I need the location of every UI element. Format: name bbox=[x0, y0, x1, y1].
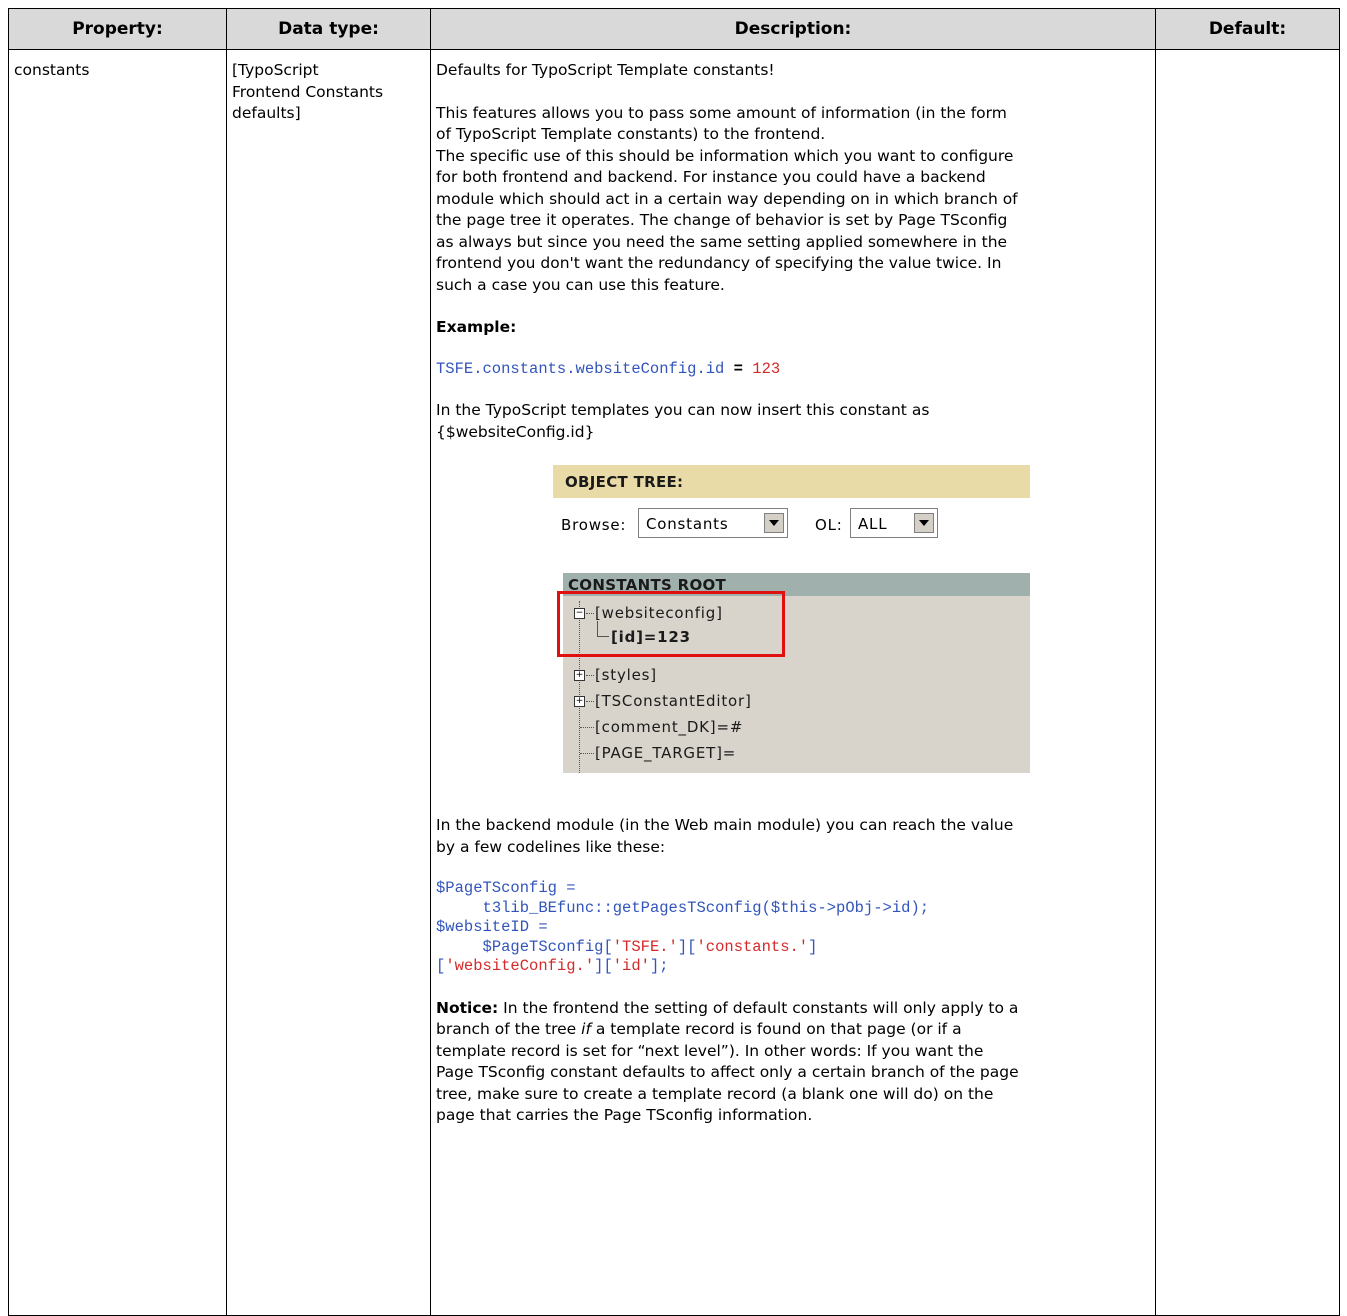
code-token: -> bbox=[817, 898, 837, 917]
highlight-box bbox=[557, 591, 785, 657]
data-type-line: Frontend Constants bbox=[232, 82, 384, 101]
chevron-down-icon[interactable] bbox=[914, 513, 934, 533]
property-name: constants bbox=[14, 61, 90, 79]
property-cell: constants bbox=[8, 49, 227, 1316]
backend-text-line: by a few codelines like these: bbox=[436, 837, 666, 856]
tree-item-tsconstanteditor[interactable]: [TSConstantEditor] bbox=[595, 691, 752, 713]
code-token: = bbox=[529, 918, 548, 936]
header-data-type: Data type: bbox=[226, 8, 431, 50]
notice-line: Notice: In the frontend the setting of d… bbox=[436, 998, 1151, 1020]
para2-line: as always but since you need the same se… bbox=[436, 232, 1008, 251]
para2-line: such a case you can use this feature. bbox=[436, 275, 725, 294]
code-token: ][ bbox=[594, 957, 613, 975]
para2-line: the page tree it operates. The change of… bbox=[436, 211, 1008, 229]
code-operator: = bbox=[724, 359, 753, 378]
code-string: 'websiteConfig.' bbox=[445, 957, 595, 975]
code-token: id bbox=[891, 898, 911, 917]
tree-connector bbox=[586, 701, 594, 702]
code-token: ][ bbox=[677, 937, 697, 956]
example-code: TSFE.constants.websiteConfig.id = 123 bbox=[436, 360, 1151, 380]
code-token: [ bbox=[436, 957, 446, 975]
para1-line: This features allows you to pass some am… bbox=[436, 103, 1007, 122]
notice-text: branch of the tree bbox=[436, 1020, 582, 1038]
expand-icon[interactable]: + bbox=[574, 696, 585, 707]
intro-text: Defaults for TypoScript Template constan… bbox=[436, 61, 775, 79]
code-token: ] bbox=[808, 937, 818, 956]
expand-icon[interactable]: + bbox=[574, 670, 585, 681]
notice-line: tree, make sure to create a template rec… bbox=[436, 1084, 994, 1103]
code-token: ]; bbox=[649, 957, 669, 975]
object-tree-screenshot: OBJECT TREE: Browse: Constants OL: ALL C… bbox=[553, 453, 1030, 773]
notice-label: Notice: bbox=[436, 998, 499, 1017]
code-token: $this bbox=[770, 898, 818, 917]
code-string: 'constants.' bbox=[696, 937, 809, 956]
data-type-cell: [TypoScript Frontend Constants defaults] bbox=[226, 49, 431, 1316]
notice-text: a template record is found on that page … bbox=[590, 1020, 962, 1038]
browse-label: Browse: bbox=[561, 516, 627, 534]
ol-select[interactable]: ALL bbox=[850, 508, 938, 538]
browse-select-value: Constants bbox=[646, 515, 729, 533]
header-property: Property: bbox=[8, 8, 227, 50]
para2-line: module which should act in a certain way… bbox=[436, 189, 1018, 208]
code-token: $websiteID bbox=[436, 918, 530, 936]
tree-connector bbox=[580, 753, 594, 754]
ol-label: OL: bbox=[815, 516, 843, 534]
para2-line: frontend you don't want the redundancy o… bbox=[436, 254, 1002, 272]
notice-text: In the frontend the setting of default c… bbox=[498, 998, 1019, 1017]
code-token: pObj bbox=[836, 898, 874, 917]
ol-select-value: ALL bbox=[858, 515, 888, 533]
notice-line: Page TSconfig constant defaults to affec… bbox=[436, 1063, 1019, 1081]
code-token: $PageTSconfig bbox=[482, 937, 604, 956]
backend-code-block: $PageTSconfig = t3lib_BEfunc::getPagesTS… bbox=[436, 879, 1151, 977]
object-tree-title: OBJECT TREE: bbox=[565, 473, 684, 491]
default-cell bbox=[1155, 49, 1340, 1316]
code-token: [ bbox=[603, 937, 613, 956]
notice-line: template record is set for “next level”)… bbox=[436, 1041, 984, 1060]
header-default: Default: bbox=[1155, 8, 1340, 50]
code-token: ( bbox=[761, 898, 771, 917]
header-description: Description: bbox=[430, 8, 1156, 50]
code-token: $PageTSconfig bbox=[436, 879, 557, 897]
tree-item-styles[interactable]: [styles] bbox=[595, 665, 657, 687]
templates-text-line: In the TypoScript templates you can now … bbox=[436, 401, 930, 419]
table-row: constants [TypoScript Frontend Constants… bbox=[8, 49, 1340, 1316]
notice-line: page that carries the Page TSconfig info… bbox=[436, 1106, 813, 1124]
header-row: Property: Data type: Description: Defaul… bbox=[8, 8, 1340, 50]
example-heading: Example: bbox=[436, 318, 517, 336]
notice-emphasis: if bbox=[581, 1020, 591, 1038]
code-token: getPagesTSconfig bbox=[612, 898, 762, 917]
chevron-down-icon[interactable] bbox=[764, 513, 784, 533]
para2-line: for both frontend and backend. For insta… bbox=[436, 168, 986, 186]
data-type-line: defaults] bbox=[232, 104, 301, 122]
templates-text-line: {$websiteConfig.id} bbox=[436, 422, 595, 441]
tree-item-comment-dk[interactable]: [comment_DK]=# bbox=[595, 717, 743, 739]
code-token: t3lib_BEfunc bbox=[482, 898, 595, 917]
description-cell: Defaults for TypoScript Template constan… bbox=[430, 49, 1156, 1316]
browse-select[interactable]: Constants bbox=[638, 508, 788, 538]
code-lhs: TSFE.constants.websiteConfig.id bbox=[436, 359, 725, 378]
object-tree-bar: OBJECT TREE: bbox=[553, 465, 1030, 498]
notice-line: branch of the tree if a template record … bbox=[436, 1019, 1151, 1041]
para2-line: The specific use of this should be infor… bbox=[436, 146, 1014, 165]
backend-text-line: In the backend module (in the Web main m… bbox=[436, 816, 1014, 834]
para1-line: of TypoScript Template constants) to the… bbox=[436, 125, 826, 143]
code-token: :: bbox=[594, 898, 613, 917]
data-type-line: [TypoScript bbox=[232, 61, 319, 79]
tree-item-page-target[interactable]: [PAGE_TARGET]= bbox=[595, 743, 736, 765]
tree-connector bbox=[586, 675, 594, 676]
code-string: 'TSFE.' bbox=[612, 937, 678, 956]
code-token: -> bbox=[873, 898, 892, 917]
code-token: = bbox=[556, 879, 576, 897]
code-string: 'id' bbox=[612, 957, 650, 975]
code-value: 123 bbox=[752, 359, 781, 378]
code-token: ); bbox=[910, 898, 930, 917]
property-table: Property: Data type: Description: Defaul… bbox=[8, 8, 1340, 1316]
tree-connector bbox=[580, 727, 594, 728]
